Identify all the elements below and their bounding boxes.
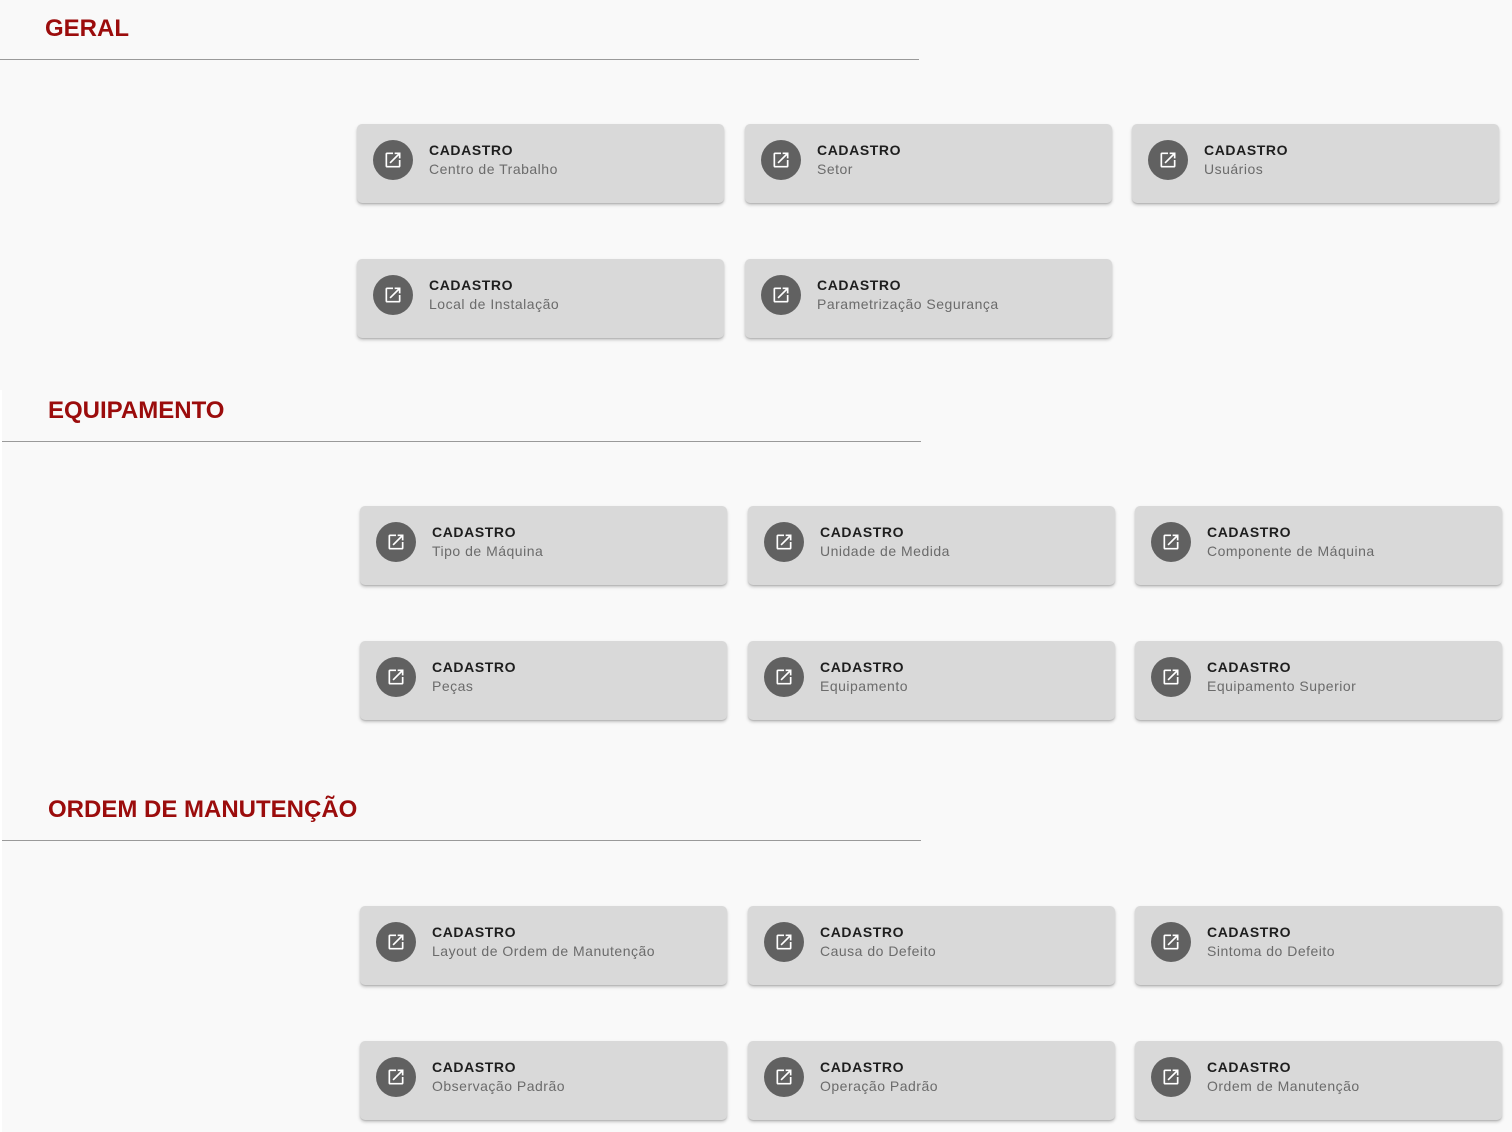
card-observacao-padrao[interactable]: CADASTRO Observação Padrão [360, 1041, 727, 1120]
card-subtitle: Operação Padrão [820, 1078, 939, 1094]
open-in-new-icon [764, 522, 804, 562]
section-divider [0, 59, 919, 60]
card-title: CADASTRO [817, 277, 902, 293]
section-equipamento: EQUIPAMENTO CADASTRO Tipo de Máquina CAD… [2, 390, 1512, 790]
card-pecas[interactable]: CADASTRO Peças [360, 641, 727, 720]
card-tipo-de-maquina[interactable]: CADASTRO Tipo de Máquina [360, 506, 727, 585]
card-centro-de-trabalho[interactable]: CADASTRO Centro de Trabalho [357, 124, 724, 203]
card-setor[interactable]: CADASTRO Setor [745, 124, 1112, 203]
card-usuarios[interactable]: CADASTRO Usuários [1132, 124, 1499, 203]
card-equipamento-superior[interactable]: CADASTRO Equipamento Superior [1135, 641, 1502, 720]
open-in-new-icon [1151, 657, 1191, 697]
card-title: CADASTRO [432, 924, 517, 940]
card-subtitle: Tipo de Máquina [432, 543, 544, 559]
card-title: CADASTRO [1207, 659, 1292, 675]
open-in-new-icon [376, 522, 416, 562]
card-title: CADASTRO [432, 524, 517, 540]
card-subtitle: Causa do Defeito [820, 943, 937, 959]
open-in-new-icon [761, 275, 801, 315]
open-in-new-icon [373, 140, 413, 180]
open-in-new-icon [1148, 140, 1188, 180]
page: GERAL CADASTRO Centro de Trabalho CADAST… [0, 0, 1512, 1132]
card-title: CADASTRO [429, 142, 514, 158]
card-local-de-instalacao[interactable]: CADASTRO Local de Instalação [357, 259, 724, 338]
section-geral: GERAL CADASTRO Centro de Trabalho CADAST… [0, 0, 1512, 390]
card-subtitle: Equipamento [820, 678, 909, 694]
card-subtitle: Componente de Máquina [1207, 543, 1375, 559]
open-in-new-icon [764, 657, 804, 697]
card-title: CADASTRO [820, 659, 905, 675]
open-in-new-icon [1151, 522, 1191, 562]
card-title: CADASTRO [820, 924, 905, 940]
card-title: CADASTRO [1207, 924, 1292, 940]
card-subtitle: Layout de Ordem de Manutenção [432, 943, 656, 959]
card-subtitle: Local de Instalação [429, 296, 560, 312]
card-subtitle: Setor [817, 161, 853, 177]
card-equipamento[interactable]: CADASTRO Equipamento [748, 641, 1115, 720]
card-unidade-de-medida[interactable]: CADASTRO Unidade de Medida [748, 506, 1115, 585]
card-causa-do-defeito[interactable]: CADASTRO Causa do Defeito [748, 906, 1115, 985]
open-in-new-icon [761, 140, 801, 180]
card-subtitle: Equipamento Superior [1207, 678, 1357, 694]
card-subtitle: Unidade de Medida [820, 543, 950, 559]
open-in-new-icon [373, 275, 413, 315]
open-in-new-icon [1151, 922, 1191, 962]
section-title: ORDEM DE MANUTENÇÃO [48, 796, 358, 823]
card-layout-de-ordem-de-manutencao[interactable]: CADASTRO Layout de Ordem de Manutenção [360, 906, 727, 985]
card-subtitle: Usuários [1204, 161, 1264, 177]
section-title: GERAL [45, 15, 129, 42]
open-in-new-icon [376, 1057, 416, 1097]
card-parametrizacao-seguranca[interactable]: CADASTRO Parametrização Segurança [745, 259, 1112, 338]
card-sintoma-do-defeito[interactable]: CADASTRO Sintoma do Defeito [1135, 906, 1502, 985]
card-ordem-de-manutencao[interactable]: CADASTRO Ordem de Manutenção [1135, 1041, 1502, 1120]
card-title: CADASTRO [429, 277, 514, 293]
card-subtitle: Peças [432, 678, 474, 694]
card-componente-de-maquina[interactable]: CADASTRO Componente de Máquina [1135, 506, 1502, 585]
card-title: CADASTRO [817, 142, 902, 158]
section-divider [2, 441, 921, 442]
card-subtitle: Observação Padrão [432, 1078, 566, 1094]
section-ordem-de-manutencao: ORDEM DE MANUTENÇÃO CADASTRO Layout de O… [2, 790, 1512, 1132]
card-subtitle: Parametrização Segurança [817, 296, 999, 312]
card-subtitle: Centro de Trabalho [429, 161, 558, 177]
open-in-new-icon [1151, 1057, 1191, 1097]
open-in-new-icon [764, 922, 804, 962]
open-in-new-icon [764, 1057, 804, 1097]
card-title: CADASTRO [1207, 524, 1292, 540]
card-operacao-padrao[interactable]: CADASTRO Operação Padrão [748, 1041, 1115, 1120]
card-title: CADASTRO [1207, 1059, 1292, 1075]
card-title: CADASTRO [432, 1059, 517, 1075]
card-title: CADASTRO [432, 659, 517, 675]
card-title: CADASTRO [820, 524, 905, 540]
card-subtitle: Sintoma do Defeito [1207, 943, 1336, 959]
section-title: EQUIPAMENTO [48, 397, 225, 424]
card-subtitle: Ordem de Manutenção [1207, 1078, 1360, 1094]
card-title: CADASTRO [820, 1059, 905, 1075]
section-divider [2, 840, 921, 841]
open-in-new-icon [376, 657, 416, 697]
card-title: CADASTRO [1204, 142, 1289, 158]
open-in-new-icon [376, 922, 416, 962]
